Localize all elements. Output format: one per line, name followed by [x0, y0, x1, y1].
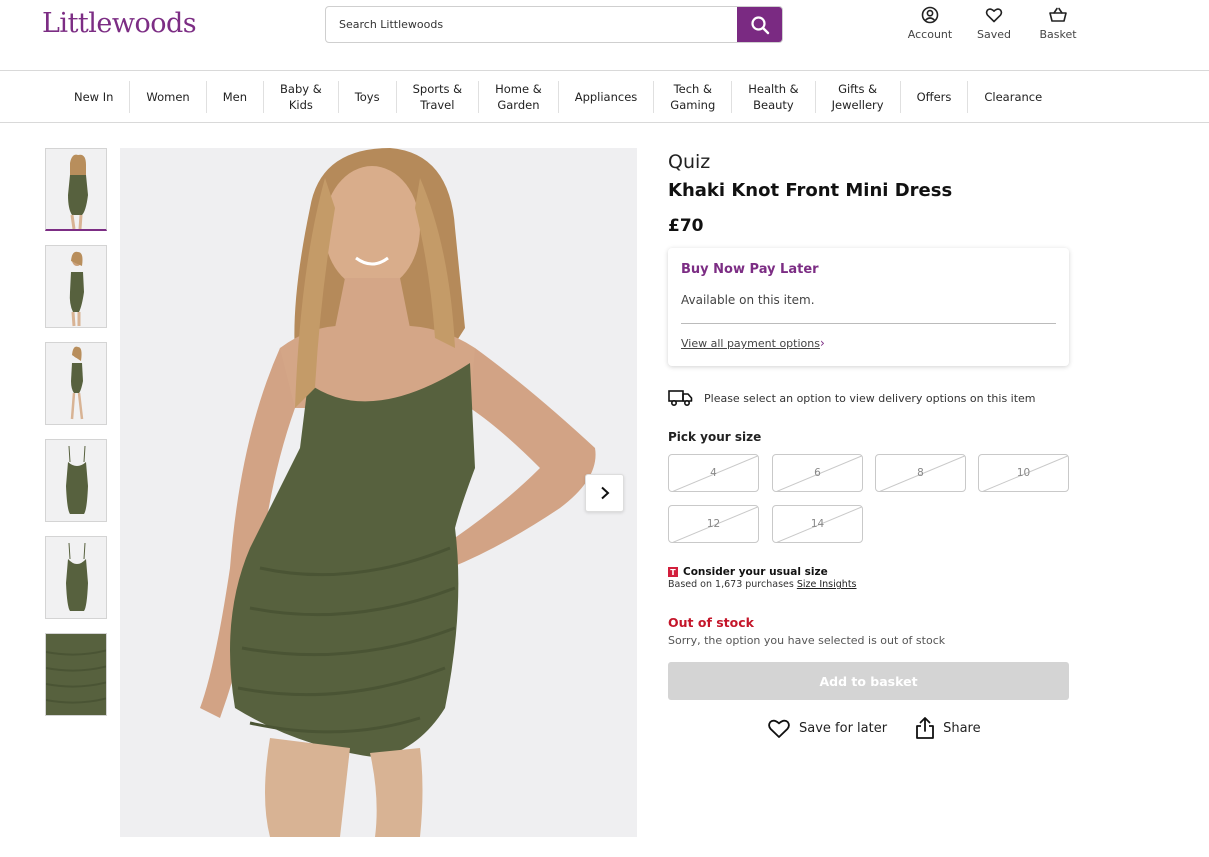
true-fit-badge-icon: T [668, 567, 678, 577]
divider [681, 323, 1056, 324]
nav-item-offers[interactable]: Offers [901, 81, 969, 113]
search-icon [750, 15, 769, 34]
save-for-later-label: Save for later [799, 720, 888, 736]
main-nav: New In Women Men Baby & Kids Toys Sports… [0, 71, 1209, 123]
fit-advice: T Consider your usual size Based on 1,67… [668, 566, 857, 590]
nav-item-clearance[interactable]: Clearance [968, 81, 1058, 113]
nav-item-baby-kids[interactable]: Baby & Kids [264, 81, 339, 113]
thumbnail-3[interactable] [45, 342, 107, 425]
saved-link[interactable]: Saved [962, 6, 1026, 41]
thumbnail-image [69, 251, 84, 327]
size-label: 8 [917, 467, 924, 479]
basket-link[interactable]: Basket [1026, 6, 1090, 41]
search-bar [325, 6, 783, 43]
product-title: Khaki Knot Front Mini Dress [668, 180, 953, 201]
basket-icon [1049, 7, 1067, 22]
stock-message: Sorry, the option you have selected is o… [668, 634, 946, 647]
site-logo[interactable]: Littlewoods [42, 8, 197, 39]
thumbnail-6[interactable] [45, 633, 107, 716]
product-main-image[interactable] [120, 148, 637, 837]
bnpl-subtitle: Available on this item. [681, 293, 815, 307]
size-insights-link[interactable]: Size Insights [797, 579, 857, 590]
heart-icon [985, 8, 1003, 23]
delivery-text: Please select an option to view delivery… [704, 391, 1036, 405]
site-header: Littlewoods Account Saved [0, 0, 1209, 71]
search-button[interactable] [737, 7, 782, 42]
fit-purchases-text: Based on 1,673 purchases [668, 579, 794, 590]
fit-advice-subtitle: Based on 1,673 purchases Size Insights [668, 579, 857, 590]
bnpl-title: Buy Now Pay Later [681, 262, 819, 277]
thumbnail-1[interactable] [45, 148, 107, 231]
nav-item-women[interactable]: Women [130, 81, 207, 113]
heart-icon [768, 719, 790, 738]
size-option-14[interactable]: 14 [772, 505, 863, 543]
nav-item-sports-travel[interactable]: Sports & Travel [397, 81, 480, 113]
product-photo [200, 148, 596, 837]
nav-item-home-garden[interactable]: Home & Garden [479, 81, 559, 113]
size-picker-label: Pick your size [668, 430, 762, 444]
delivery-info: Please select an option to view delivery… [668, 389, 1036, 407]
size-option-6[interactable]: 6 [772, 454, 863, 492]
nav-item-toys[interactable]: Toys [339, 81, 397, 113]
nav-item-new-in[interactable]: New In [58, 81, 131, 113]
search-input[interactable] [326, 7, 737, 42]
nav-item-gifts-jewellery[interactable]: Gifts & Jewellery [816, 81, 901, 113]
thumbnail-image [46, 649, 106, 704]
thumbnail-2[interactable] [45, 245, 107, 328]
nav-item-men[interactable]: Men [207, 81, 265, 113]
thumbnail-5[interactable] [45, 536, 107, 619]
bnpl-card: Buy Now Pay Later Available on this item… [668, 248, 1069, 366]
size-label: 6 [814, 467, 821, 479]
size-label: 4 [710, 467, 717, 479]
size-label: 10 [1016, 467, 1031, 479]
size-option-10[interactable]: 10 [978, 454, 1069, 492]
size-option-4[interactable]: 4 [668, 454, 759, 492]
size-option-8[interactable]: 8 [875, 454, 966, 492]
payment-options-link[interactable]: View all payment options [681, 337, 820, 350]
size-option-12[interactable]: 12 [668, 505, 759, 543]
header-actions: Account Saved Basket [898, 6, 1090, 41]
chevron-right-icon [600, 486, 609, 500]
account-icon [921, 6, 939, 24]
product-actions: Save for later Share [767, 716, 1009, 740]
size-label: 14 [810, 518, 825, 530]
thumbnail-4[interactable] [45, 439, 107, 522]
product-price: £70 [668, 216, 704, 236]
thumbnail-image [68, 154, 88, 229]
add-to-basket-button[interactable]: Add to basket [668, 662, 1069, 700]
size-label: 12 [706, 518, 721, 530]
chevron-right-icon: › [820, 336, 825, 350]
account-label: Account [907, 28, 953, 41]
thumbnail-image [70, 346, 84, 420]
basket-label: Basket [1039, 28, 1077, 41]
fit-advice-title: T Consider your usual size [668, 566, 857, 578]
saved-label: Saved [977, 28, 1011, 41]
share-button[interactable]: Share [915, 716, 981, 740]
account-link[interactable]: Account [898, 6, 962, 41]
delivery-truck-icon [668, 390, 693, 407]
save-for-later-button[interactable]: Save for later [767, 717, 887, 739]
nav-item-tech-gaming[interactable]: Tech & Gaming [654, 81, 733, 113]
thumbnail-list [45, 148, 107, 730]
fit-advice-heading: Consider your usual size [683, 566, 828, 578]
stock-status: Out of stock [668, 615, 754, 630]
share-label: Share [943, 720, 981, 736]
product-brand[interactable]: Quiz [668, 151, 710, 173]
thumbnail-image [66, 542, 88, 611]
next-image-button[interactable] [585, 474, 624, 512]
nav-item-health-beauty[interactable]: Health & Beauty [732, 81, 816, 113]
nav-item-appliances[interactable]: Appliances [559, 81, 655, 113]
thumbnail-image [66, 445, 88, 514]
share-icon [916, 717, 934, 739]
